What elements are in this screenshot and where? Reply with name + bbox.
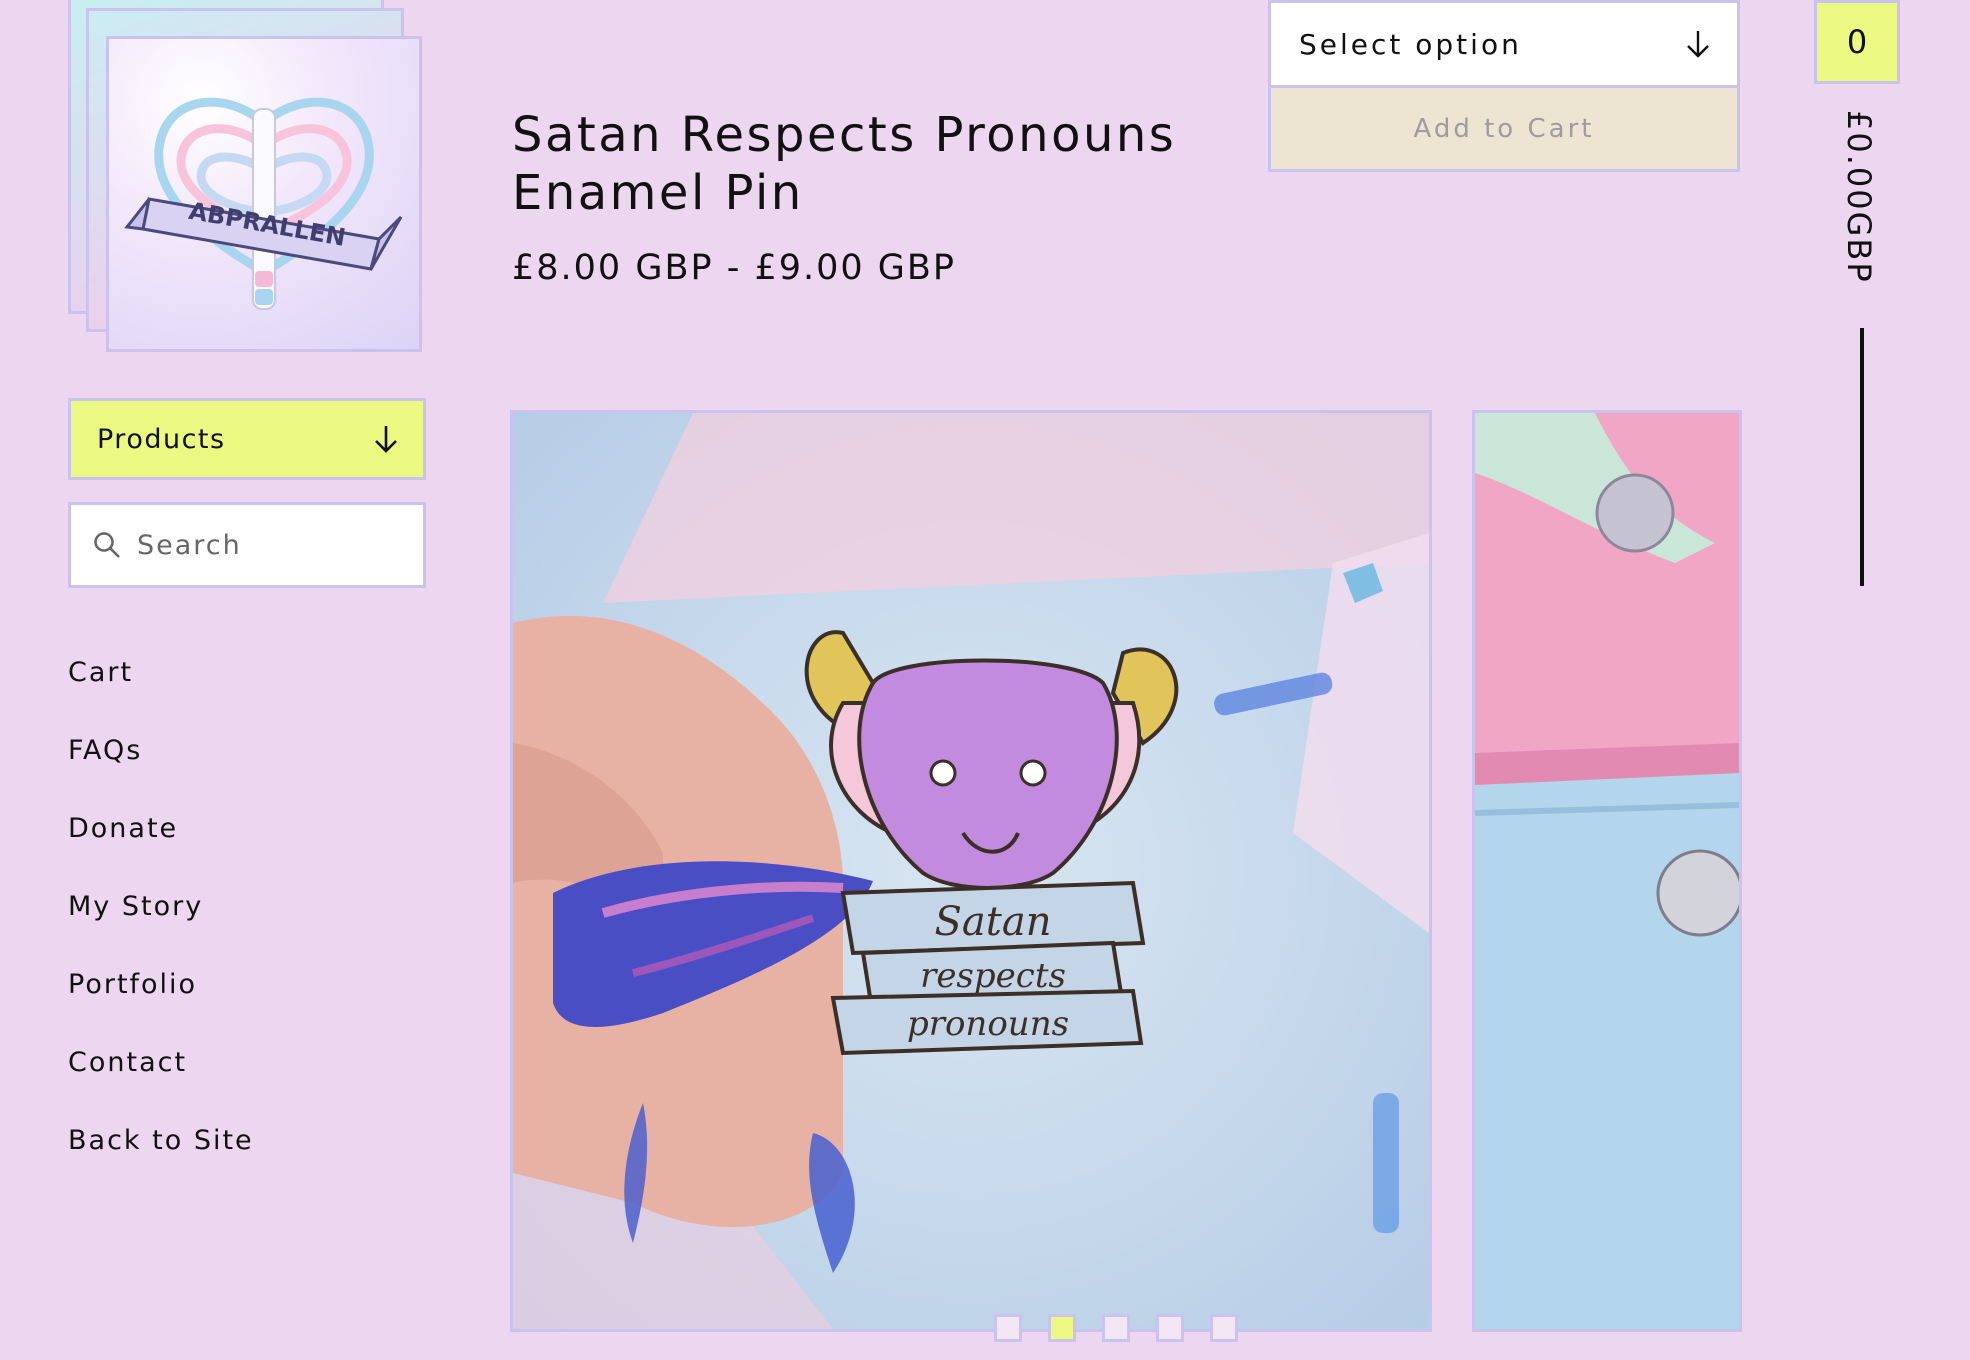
cart-count-badge[interactable]: 0 — [1814, 0, 1900, 84]
logo[interactable]: ABPRALLEN — [68, 0, 424, 352]
pin-text-line-1: Satan — [935, 899, 1052, 945]
nav-link-portfolio[interactable]: Portfolio — [68, 952, 254, 1030]
sidebar-nav: Cart FAQs Donate My Story Portfolio Cont… — [68, 640, 254, 1186]
option-select[interactable]: Select option — [1268, 0, 1740, 88]
product-title: Satan Respects Pronouns Enamel Pin — [512, 107, 1177, 221]
ribcage-logo-icon: ABPRALLEN — [124, 97, 403, 310]
arrow-down-icon — [375, 426, 397, 453]
pin-text-line-2: respects — [920, 956, 1066, 996]
gallery-dot[interactable] — [994, 1314, 1022, 1342]
search-icon — [94, 532, 120, 558]
nav-link-faqs[interactable]: FAQs — [68, 718, 254, 796]
nav-link-my-story[interactable]: My Story — [68, 874, 254, 952]
gallery-dot-active[interactable] — [1048, 1314, 1076, 1342]
gallery-pagination — [994, 1314, 1238, 1342]
arrow-down-icon — [1687, 31, 1709, 58]
product-image-next[interactable] — [1472, 410, 1742, 1332]
nav-link-cart[interactable]: Cart — [68, 640, 254, 718]
nav-link-donate[interactable]: Donate — [68, 796, 254, 874]
add-to-cart-button[interactable]: Add to Cart — [1268, 88, 1740, 172]
nav-link-contact[interactable]: Contact — [68, 1030, 254, 1108]
jacket-photo — [1475, 413, 1739, 1329]
logo-card-front: ABPRALLEN — [106, 36, 422, 352]
search-box[interactable] — [68, 502, 426, 588]
cart-total-text: £0.00GBP — [1840, 110, 1878, 284]
product-photo: Satan respects pronouns — [513, 413, 1429, 1329]
gallery-dot[interactable] — [1210, 1314, 1238, 1342]
product-price: £8.00 GBP - £9.00 GBP — [512, 248, 957, 288]
gallery-dot[interactable] — [1156, 1314, 1184, 1342]
nav-link-back-to-site[interactable]: Back to Site — [68, 1108, 254, 1186]
pin-text-line-3: pronouns — [907, 1004, 1069, 1044]
cart-total[interactable]: £0.00GBP — [1824, 110, 1894, 310]
search-input[interactable] — [135, 528, 379, 562]
products-dropdown-button[interactable]: Products — [68, 398, 426, 480]
cart-divider — [1860, 328, 1864, 586]
option-select-label: Select option — [1299, 27, 1522, 61]
product-image-main[interactable]: Satan respects pronouns — [510, 410, 1432, 1332]
gallery-dot[interactable] — [1102, 1314, 1130, 1342]
products-label: Products — [97, 423, 226, 455]
